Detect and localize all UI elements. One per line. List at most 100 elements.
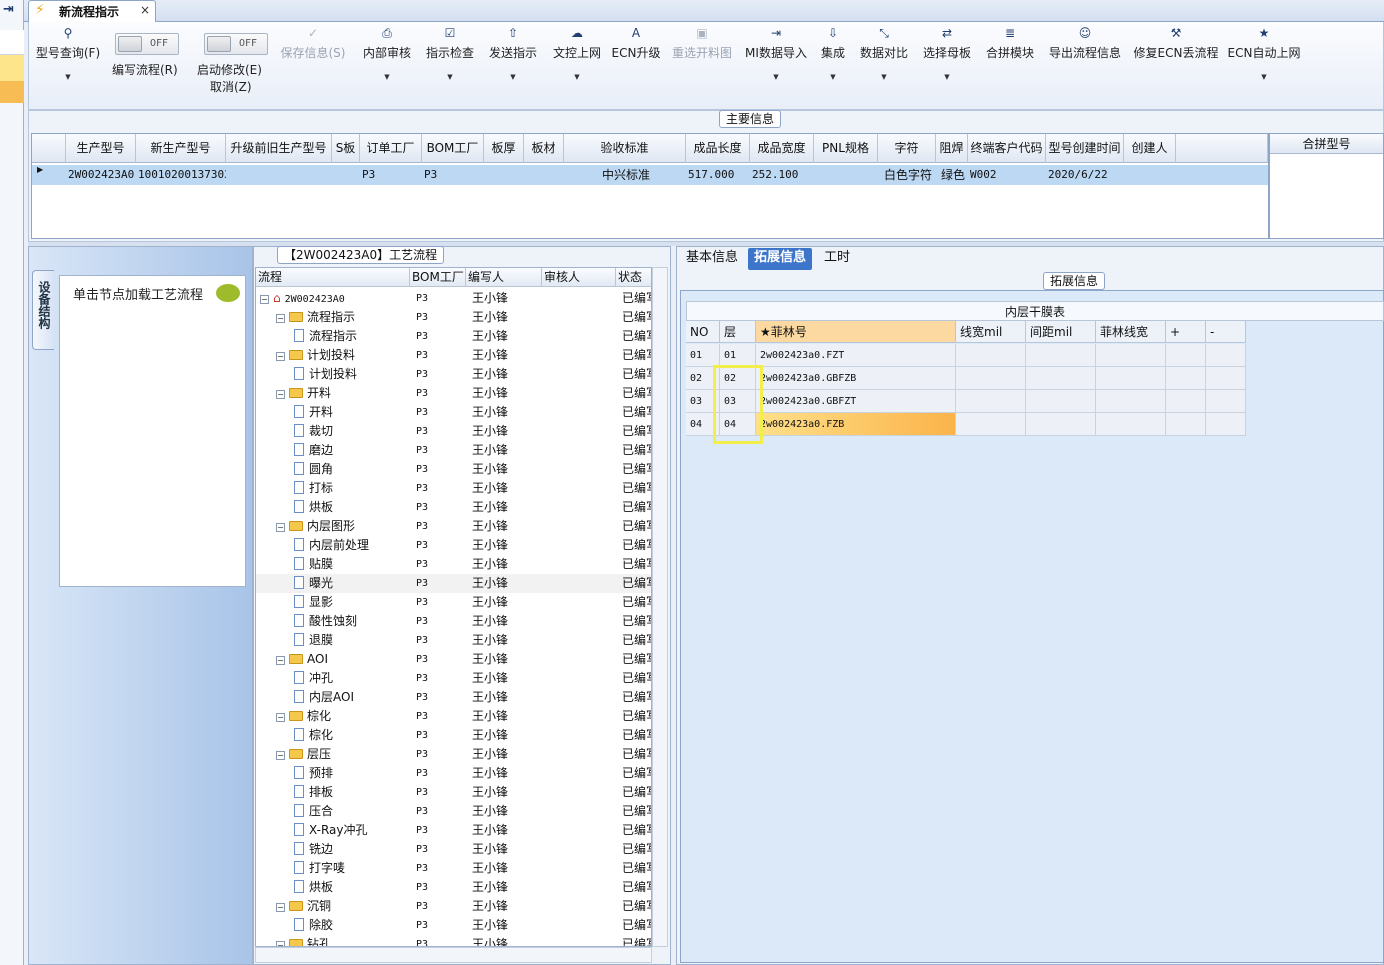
tree-node[interactable]: − 棕化 [276,707,331,726]
tree-header-4[interactable]: 审核人 [542,268,616,287]
film-table-cell[interactable] [1096,344,1166,367]
tab-2[interactable]: 拓展信息 [748,248,813,270]
tree-node[interactable]: − 流程指示 [276,308,355,327]
tree-vertical-scrollbar[interactable] [652,267,668,947]
grid-cell-6[interactable]: P3 [422,165,484,185]
tab-new-process[interactable]: ⚡ 新流程指示 × [28,0,156,22]
expand-icon[interactable]: − [276,751,285,760]
tree-node[interactable]: − 沉铜 [276,897,331,916]
tree-row[interactable]: − 计划投料 P3 王小锋 已编写 [256,346,651,365]
tree-node[interactable]: 磨边 [294,441,333,460]
tree-row[interactable]: 开料 P3 王小锋 已编写 [256,403,651,422]
tree-header-3[interactable]: 编写人 [466,268,542,287]
tab-close-icon[interactable]: × [140,3,150,17]
film-table-cell[interactable] [956,367,1026,390]
film-table-cell[interactable]: 01 [720,344,756,367]
tree-node[interactable]: 流程指示 [294,327,357,346]
grid-header-17[interactable]: 创建人 [1124,134,1176,163]
tree-row[interactable]: − 层压 P3 王小锋 已编写 [256,745,651,764]
film-table-cell[interactable]: 2w002423a0.GBFZT [756,390,956,413]
tree-node[interactable]: 棕化 [294,726,333,745]
expand-icon[interactable]: − [276,523,285,532]
film-table-cell[interactable] [956,390,1026,413]
film-table-cell[interactable] [1026,344,1096,367]
tree-row[interactable]: 退膜 P3 王小锋 已编写 [256,631,651,650]
tree-row[interactable]: 冲孔 P3 王小锋 已编写 [256,669,651,688]
tree-row[interactable]: 烘板 P3 王小锋 已编写 [256,498,651,517]
film-table-cell[interactable] [1206,390,1246,413]
grid-header-1[interactable]: 生产型号 [66,134,136,163]
film-table-header-7[interactable]: + [1166,321,1206,343]
tree-row[interactable]: 打标 P3 王小锋 已编写 [256,479,651,498]
chevron-down-icon[interactable]: ▼ [1219,73,1309,81]
film-table-cell[interactable] [1166,344,1206,367]
toolbar-button-16[interactable]: ★ ECN自动上网 ▼ [1219,26,1309,81]
grid-cell-9[interactable]: 中兴标准 [564,165,686,185]
toggle-start-modify[interactable]: OFF [204,33,268,55]
tree-row[interactable]: 计划投料 P3 王小锋 已编写 [256,365,651,384]
toolbar-button-15[interactable]: ⚒ 修复ECN丢流程 [1131,26,1221,61]
left-strip-item[interactable] [0,30,24,55]
tree-node[interactable]: 打字唛 [294,859,345,878]
tab-equipment-structure[interactable]: 设备结构 [32,270,54,350]
tree-node[interactable]: X-Ray冲孔 [294,821,367,840]
film-table-cell[interactable] [1096,367,1166,390]
tree-node[interactable]: 铣边 [294,840,333,859]
grid-cell-7[interactable] [484,165,524,185]
chevron-down-icon[interactable]: ▼ [902,73,992,81]
film-table-header-8[interactable]: - [1206,321,1246,343]
grid-corner[interactable] [32,134,66,163]
film-table-cell[interactable] [1166,367,1206,390]
grid-header-9[interactable]: 验收标准 [564,134,686,163]
tree-node[interactable]: 打标 [294,479,333,498]
film-table-cell[interactable] [1166,390,1206,413]
film-table-cell[interactable]: 2w002423a0.FZB [756,413,956,436]
film-table-cell[interactable]: 2w002423a0.FZT [756,344,956,367]
film-table-header-4[interactable]: 线宽mil [956,321,1026,343]
tree-row[interactable]: −⌂2W002423A0 P3 王小锋 已编写 [256,289,651,308]
film-table-cell[interactable] [1096,390,1166,413]
tree-node[interactable]: 除胶 [294,916,333,935]
grid-header-16[interactable]: 型号创建时间 [1046,134,1124,163]
cancel-label[interactable]: 取消(Z) [210,78,252,95]
tree-node[interactable]: 开料 [294,403,333,422]
tree-row[interactable]: −钻孔 P3 王小锋 已编写 [256,935,651,946]
tree-node[interactable]: 烘板 [294,498,333,517]
grid-cell-11[interactable]: 252.100 [750,165,814,185]
tree-node[interactable]: 计划投料 [294,365,357,384]
grid-cell-5[interactable]: P3 [360,165,422,185]
grid-cell-8[interactable] [524,165,564,185]
tree-row[interactable]: 圆角 P3 王小锋 已编写 [256,460,651,479]
tab-3[interactable]: 工时 [818,248,856,270]
film-table-cell[interactable] [1026,413,1096,436]
tree-horizontal-scrollbar[interactable] [255,947,652,963]
tree-row[interactable]: 棕化 P3 王小锋 已编写 [256,726,651,745]
tree-row[interactable]: 内层AOI P3 王小锋 已编写 [256,688,651,707]
film-table-header-2[interactable]: 层 [720,321,756,343]
film-table-cell[interactable] [1096,413,1166,436]
expand-icon[interactable]: − [276,903,285,912]
tree-node[interactable]: 压合 [294,802,333,821]
tree-row[interactable]: 除胶 P3 王小锋 已编写 [256,916,651,935]
grid-cell-16[interactable]: 2020/6/22 [1046,165,1124,185]
tree-node[interactable]: 贴膜 [294,555,333,574]
film-table-cell[interactable]: 2w002423a0.GBFZB [756,367,956,390]
film-table-cell[interactable] [1206,367,1246,390]
tree-row[interactable]: 显影 P3 王小锋 已编写 [256,593,651,612]
tree-node[interactable]: − 层压 [276,745,331,764]
grid-header-15[interactable]: 终端客户代码 [968,134,1046,163]
grid-cell-2[interactable]: 10010200137303 [136,165,226,185]
tree-node[interactable]: 烘板 [294,878,333,897]
tree-node[interactable]: − 内层图形 [276,517,355,536]
tree-node[interactable]: − 钻孔 [276,935,331,946]
tree-row[interactable]: 打字唛 P3 王小锋 已编写 [256,859,651,878]
tree-row[interactable]: 排板 P3 王小锋 已编写 [256,783,651,802]
tree-row[interactable]: − 内层图形 P3 王小锋 已编写 [256,517,651,536]
expand-icon[interactable]: − [276,390,285,399]
grid-header-5[interactable]: 订单工厂 [360,134,422,163]
tree-row[interactable]: − AOI P3 王小锋 已编写 [256,650,651,669]
tree-node[interactable]: 显影 [294,593,333,612]
expand-icon[interactable]: − [276,713,285,722]
tree-row[interactable]: 铣边 P3 王小锋 已编写 [256,840,651,859]
tree-node[interactable]: 曝光 [294,574,333,593]
